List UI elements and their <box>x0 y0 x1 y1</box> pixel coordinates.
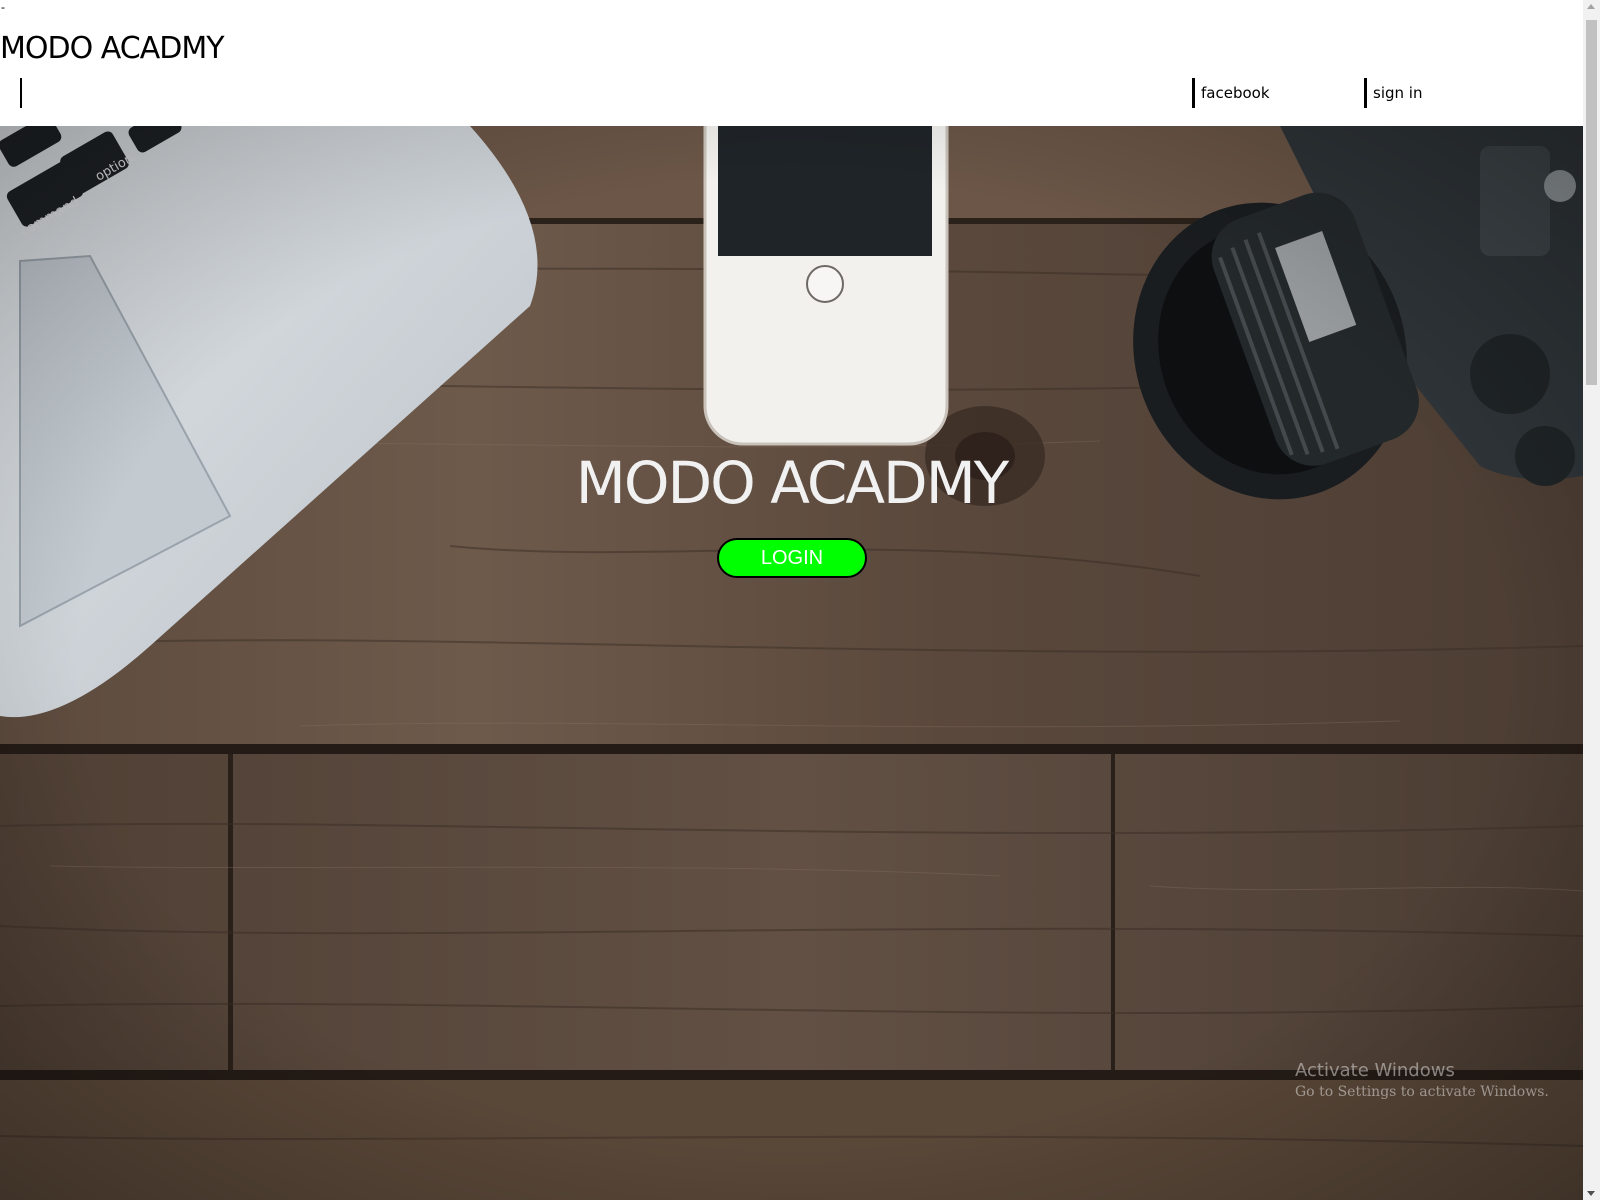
activate-windows-subtitle: Go to Settings to activate Windows. <box>1295 1084 1549 1100</box>
hero-section: command option <box>0 126 1583 1200</box>
nav-link-sign-in[interactable]: sign in <box>1364 78 1422 108</box>
hero-title: MODO ACADMY <box>575 449 1009 517</box>
scrollbar-thumb[interactable] <box>1586 20 1597 385</box>
top-dash-text: - <box>1 0 5 14</box>
hero-background-image: command option <box>0 126 1583 1200</box>
page: - MODO ACADMY facebook sign in MODO ACAD… <box>0 0 1583 1200</box>
login-button[interactable]: LOGIN <box>717 538 867 578</box>
nav-link-facebook[interactable]: facebook <box>1192 78 1270 108</box>
nav-divider <box>20 78 22 108</box>
vertical-scrollbar[interactable] <box>1583 0 1600 1200</box>
scroll-down-arrow-icon[interactable] <box>1587 1191 1595 1196</box>
site-logo[interactable]: MODO ACADMY <box>0 26 225 72</box>
activate-windows-title: Activate Windows <box>1295 1060 1455 1081</box>
scroll-up-arrow-icon[interactable] <box>1587 4 1595 9</box>
